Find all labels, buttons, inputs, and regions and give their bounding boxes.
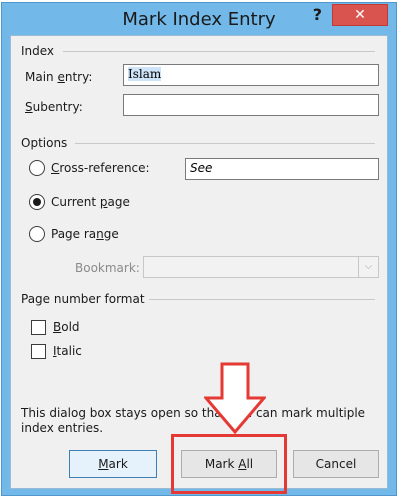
title-bar[interactable]: Mark Index Entry ? ✕ (2, 3, 396, 35)
italic-checkbox[interactable] (31, 344, 46, 359)
cancel-button[interactable]: Cancel (293, 450, 379, 478)
current-page-radio-dot (33, 198, 41, 206)
main-entry-input[interactable]: Islam (123, 64, 379, 86)
index-group-divider (63, 51, 375, 52)
main-entry-label: Main entry: (25, 70, 93, 84)
page-range-label: Page range (51, 227, 119, 241)
cross-reference-radio[interactable] (29, 160, 45, 176)
cross-reference-label: Cross-reference: (51, 161, 150, 175)
subentry-input[interactable] (123, 94, 379, 116)
page-number-format-divider (149, 299, 375, 300)
info-text: This dialog box stays open so that you c… (21, 406, 366, 435)
main-entry-value: Islam (128, 67, 162, 81)
page-range-radio[interactable] (29, 226, 45, 242)
cross-reference-value: See (190, 161, 213, 175)
italic-label: Italic (53, 344, 82, 358)
bookmark-label: Bookmark: (75, 261, 140, 275)
close-button[interactable]: ✕ (332, 4, 388, 26)
current-page-radio[interactable] (29, 194, 45, 210)
cross-reference-input[interactable]: See (185, 158, 379, 180)
bold-checkbox[interactable] (31, 320, 46, 335)
chevron-down-icon: ⌵ (358, 257, 378, 277)
options-group-label: Options (21, 136, 68, 150)
index-group-label: Index (21, 44, 55, 58)
subentry-label: Subentry: (25, 100, 83, 114)
bold-label: Bold (53, 320, 80, 334)
dialog-window: Mark Index Entry ? ✕ Index Main entry: I… (1, 2, 397, 496)
options-group-divider (75, 143, 375, 144)
dialog-client-area: Index Main entry: Islam Subentry: Option… (10, 35, 388, 494)
mark-all-highlight-box (171, 434, 287, 494)
mark-button[interactable]: Mark (69, 450, 157, 478)
page-number-format-label: Page number format (21, 292, 145, 306)
help-icon[interactable]: ? (313, 5, 322, 24)
bookmark-dropdown[interactable]: ⌵ (143, 256, 379, 278)
current-page-label: Current page (51, 195, 130, 209)
down-arrow-annotation-icon (204, 362, 266, 434)
